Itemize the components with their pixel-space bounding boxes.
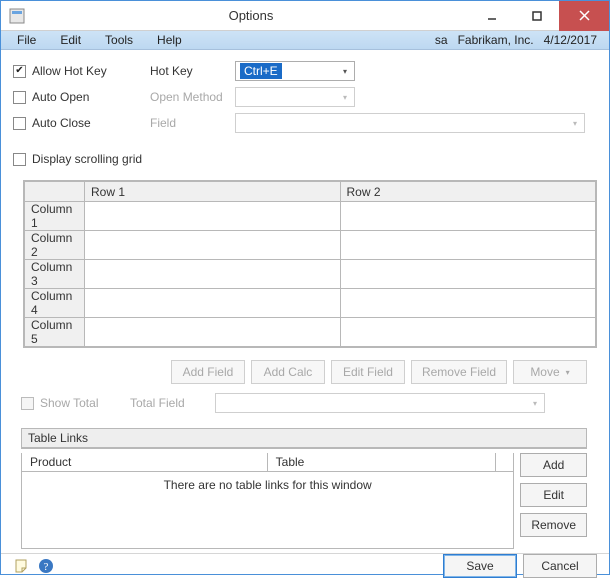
- total-field-combo[interactable]: ▾: [215, 393, 545, 413]
- links-col-tail: [495, 453, 513, 471]
- grid-cell[interactable]: [340, 260, 596, 289]
- cancel-button[interactable]: Cancel: [523, 554, 597, 578]
- menu-tools[interactable]: Tools: [95, 31, 143, 49]
- links-col-table: Table: [268, 453, 496, 471]
- display-scrolling-grid-checkbox[interactable]: [13, 153, 26, 166]
- grid-row-header: Column 4: [25, 289, 85, 318]
- grid-col-header: Row 2: [340, 182, 596, 202]
- grid-cell[interactable]: [85, 202, 341, 231]
- hot-key-label: Hot Key: [150, 64, 235, 78]
- chevron-down-icon: ▾: [566, 368, 570, 377]
- grid-cell[interactable]: [340, 202, 596, 231]
- links-edit-button[interactable]: Edit: [520, 483, 587, 507]
- menu-help[interactable]: Help: [147, 31, 192, 49]
- show-total-checkbox[interactable]: [21, 397, 34, 410]
- grid-cell[interactable]: [340, 318, 596, 347]
- grid-cell[interactable]: [340, 289, 596, 318]
- minimize-button[interactable]: [469, 1, 514, 31]
- links-remove-button[interactable]: Remove: [520, 513, 587, 537]
- grid-cell[interactable]: [85, 318, 341, 347]
- grid-row-header: Column 3: [25, 260, 85, 289]
- svg-text:?: ?: [44, 561, 49, 573]
- auto-close-checkbox[interactable]: [13, 117, 26, 130]
- status-user: sa: [435, 33, 448, 47]
- status-date: 4/12/2017: [544, 33, 597, 47]
- grid-button-row: Add Field Add Calc Edit Field Remove Fie…: [13, 360, 587, 384]
- grid-row-header: Column 1: [25, 202, 85, 231]
- chevron-down-icon: ▾: [338, 64, 352, 78]
- auto-open-checkbox[interactable]: [13, 91, 26, 104]
- grid-cell[interactable]: [340, 231, 596, 260]
- links-add-button[interactable]: Add: [520, 453, 587, 477]
- table-links-section: Table Links: [21, 428, 587, 449]
- edit-field-button[interactable]: Edit Field: [331, 360, 405, 384]
- grid-row-header: Column 2: [25, 231, 85, 260]
- open-method-combo[interactable]: ▾: [235, 87, 355, 107]
- menu-file[interactable]: File: [7, 31, 46, 49]
- help-icon[interactable]: ?: [37, 557, 55, 575]
- window-title: Options: [33, 8, 469, 23]
- grid-cell[interactable]: [85, 260, 341, 289]
- footer: ? Save Cancel: [1, 553, 609, 578]
- allow-hot-key-checkbox[interactable]: ✔: [13, 65, 26, 78]
- field-label: Field: [150, 116, 235, 130]
- hot-key-value: Ctrl+E: [240, 63, 282, 79]
- grid-cell[interactable]: [85, 289, 341, 318]
- status-company: Fabrikam, Inc.: [458, 33, 534, 47]
- move-button-label: Move: [530, 365, 559, 379]
- table-links-list: Product Table There are no table links f…: [21, 453, 514, 549]
- menu-edit[interactable]: Edit: [50, 31, 91, 49]
- app-icon: [9, 8, 25, 24]
- display-scrolling-grid-label: Display scrolling grid: [32, 152, 142, 166]
- note-icon[interactable]: [13, 557, 31, 575]
- total-field-label: Total Field: [130, 396, 215, 410]
- allow-hot-key-label: Allow Hot Key: [32, 64, 150, 78]
- maximize-button[interactable]: [514, 1, 559, 31]
- chevron-down-icon: ▾: [528, 396, 542, 410]
- save-button[interactable]: Save: [443, 554, 517, 578]
- close-button[interactable]: [559, 1, 609, 31]
- links-empty-message: There are no table links for this window: [22, 472, 513, 548]
- grid-corner: [25, 182, 85, 202]
- add-field-button[interactable]: Add Field: [171, 360, 245, 384]
- grid-col-header: Row 1: [85, 182, 341, 202]
- links-col-product: Product: [22, 453, 268, 471]
- auto-close-label: Auto Close: [32, 116, 150, 130]
- menubar: File Edit Tools Help sa Fabrikam, Inc. 4…: [1, 31, 609, 50]
- open-method-label: Open Method: [150, 90, 235, 104]
- chevron-down-icon: ▾: [338, 90, 352, 104]
- grid-row-header: Column 5: [25, 318, 85, 347]
- move-button[interactable]: Move ▾: [513, 360, 587, 384]
- show-total-label: Show Total: [40, 396, 130, 410]
- auto-open-label: Auto Open: [32, 90, 150, 104]
- titlebar: Options: [1, 1, 609, 31]
- hot-key-combo[interactable]: Ctrl+E ▾: [235, 61, 355, 81]
- field-combo[interactable]: ▾: [235, 113, 585, 133]
- remove-field-button[interactable]: Remove Field: [411, 360, 507, 384]
- grid-cell[interactable]: [85, 231, 341, 260]
- chevron-down-icon: ▾: [568, 116, 582, 130]
- field-grid: Row 1 Row 2 Column 1 Column 2 Column 3 C…: [23, 180, 597, 348]
- add-calc-button[interactable]: Add Calc: [251, 360, 325, 384]
- table-links-header: Table Links: [22, 429, 586, 448]
